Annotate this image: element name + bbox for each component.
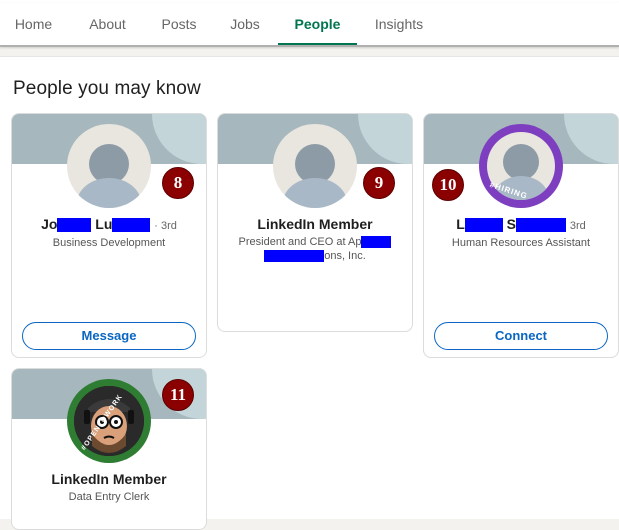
connection-degree: 3rd bbox=[569, 220, 586, 232]
person-card[interactable]: #OPENTOWORK 11 LinkedIn Member Data Entr… bbox=[11, 368, 207, 530]
opentowork-cartoon-avatar-icon[interactable]: #OPENTOWORK bbox=[67, 379, 151, 463]
person-headline: President and CEO at Ap ons, Inc. bbox=[218, 235, 412, 263]
hiring-avatar-icon[interactable]: #HIRING bbox=[479, 124, 563, 208]
tab-home[interactable]: Home bbox=[10, 3, 57, 45]
tab-posts[interactable]: Posts bbox=[156, 3, 202, 45]
person-name[interactable]: LinkedIn Member bbox=[12, 471, 206, 487]
tab-insights[interactable]: Insights bbox=[368, 3, 430, 45]
person-card[interactable]: 8 Jo Lu · 3rd Business Development Messa… bbox=[11, 113, 207, 358]
redaction bbox=[57, 218, 92, 233]
redaction bbox=[516, 218, 566, 233]
section-title: People you may know bbox=[13, 78, 201, 99]
default-avatar-icon[interactable] bbox=[67, 124, 151, 208]
person-card[interactable]: 9 LinkedIn Member President and CEO at A… bbox=[217, 113, 413, 332]
person-name[interactable]: L S 3rd bbox=[424, 216, 618, 233]
redaction bbox=[464, 218, 503, 233]
tab-about[interactable]: About bbox=[80, 3, 135, 45]
tab-people[interactable]: People bbox=[280, 3, 355, 45]
active-tab-indicator bbox=[278, 43, 357, 45]
number-badge: 8 bbox=[162, 167, 194, 199]
number-badge: 10 bbox=[432, 169, 464, 201]
default-avatar-icon[interactable] bbox=[273, 124, 357, 208]
redaction bbox=[112, 218, 151, 233]
person-headline: Human Resources Assistant bbox=[451, 237, 591, 249]
number-badge: 9 bbox=[363, 167, 395, 199]
page-tabs: Home About Posts Jobs People Insights bbox=[0, 3, 619, 47]
redaction bbox=[264, 250, 325, 263]
message-button[interactable]: Message bbox=[22, 322, 196, 350]
number-badge: 11 bbox=[162, 379, 194, 411]
person-name[interactable]: Jo Lu · 3rd bbox=[12, 216, 206, 233]
person-name[interactable]: LinkedIn Member bbox=[218, 216, 412, 232]
connect-button[interactable]: Connect bbox=[434, 322, 608, 350]
connection-degree: · 3rd bbox=[154, 220, 177, 232]
tab-jobs[interactable]: Jobs bbox=[224, 3, 266, 45]
person-headline: Data Entry Clerk bbox=[68, 491, 150, 503]
person-headline: Business Development bbox=[52, 237, 166, 249]
redaction bbox=[361, 236, 392, 249]
person-card[interactable]: #HIRING 10 L S 3rd Human Resources Assis… bbox=[423, 113, 619, 358]
